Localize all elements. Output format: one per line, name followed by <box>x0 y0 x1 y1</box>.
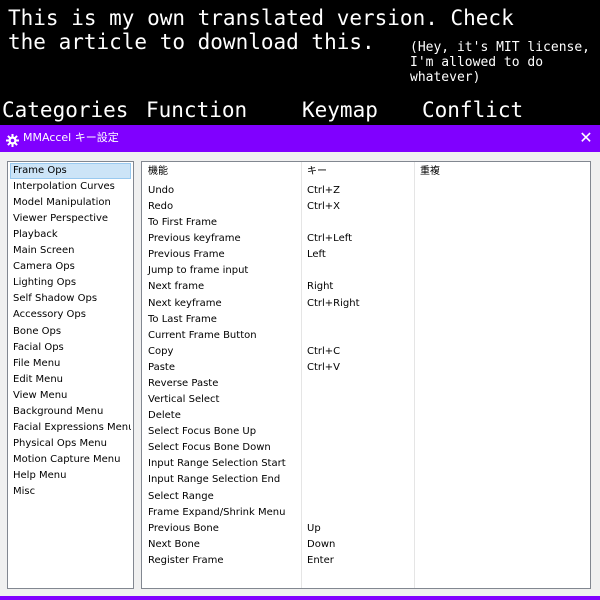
keymap-row[interactable]: Undo Ctrl+Z <box>142 183 590 199</box>
category-item[interactable]: Playback <box>10 227 131 243</box>
keymap-row[interactable]: Input Range Selection End <box>142 472 590 488</box>
key-cell: Ctrl+X <box>307 201 341 213</box>
keymap-row[interactable]: Redo Ctrl+X <box>142 199 590 215</box>
category-item[interactable]: Help Menu <box>10 468 131 484</box>
function-cell: Delete <box>148 410 181 422</box>
column-header-function[interactable]: 機能 <box>148 165 168 179</box>
function-cell: Next frame <box>148 281 205 293</box>
overlay-header-keymap: Keymap <box>302 98 378 122</box>
category-item[interactable]: Lighting Ops <box>10 275 131 291</box>
key-cell: Ctrl+Left <box>307 233 352 245</box>
key-cell: Ctrl+C <box>307 345 341 357</box>
category-item[interactable]: Physical Ops Menu <box>10 436 131 452</box>
function-cell: Input Range Selection End <box>148 474 281 486</box>
overlay-banner: This is my own translated version. Check… <box>0 0 600 125</box>
function-cell: Copy <box>148 345 174 357</box>
category-item[interactable]: File Menu <box>10 356 131 372</box>
key-cell: Enter <box>307 554 334 566</box>
key-cell: Left <box>307 249 326 261</box>
window-title: MMAccel キー設定 <box>23 131 119 144</box>
key-cell: Right <box>307 281 334 293</box>
category-item[interactable]: Facial Ops <box>10 340 131 356</box>
category-item[interactable]: Misc <box>10 484 131 500</box>
category-item[interactable]: Self Shadow Ops <box>10 291 131 307</box>
function-cell: Input Range Selection Start <box>148 458 286 470</box>
function-cell: To Last Frame <box>148 313 217 325</box>
overlay-header-conflict: Conflict <box>422 98 524 122</box>
keymap-row[interactable]: Previous Frame Left <box>142 247 590 263</box>
category-list[interactable]: Frame Ops Interpolation Curves Model Manip… <box>7 161 134 589</box>
function-cell: Current Frame Button <box>148 329 257 341</box>
function-cell: Previous Frame <box>148 249 225 261</box>
category-item[interactable]: Viewer Perspective <box>10 211 131 227</box>
column-header-key[interactable]: キー <box>307 165 327 179</box>
overlay-column-headers: Categories Function Keymap Conflict <box>0 98 600 124</box>
keymap-row[interactable]: Register Frame Enter <box>142 553 590 569</box>
keymap-row[interactable]: Jump to frame input <box>142 263 590 279</box>
keymap-row[interactable]: Paste Ctrl+V <box>142 360 590 376</box>
keymap-row[interactable]: Select Focus Bone Down <box>142 440 590 456</box>
function-cell: Next Bone <box>148 538 200 550</box>
keymap-row[interactable]: Frame Expand/Shrink Menu <box>142 505 590 521</box>
keymap-row[interactable]: Next keyframe Ctrl+Right <box>142 296 590 312</box>
overlay-note-text: (Hey, it's MIT license, I'm allowed to d… <box>410 40 598 85</box>
gear-icon <box>6 132 19 147</box>
overlay-header-function: Function <box>146 98 248 122</box>
category-item[interactable]: Background Menu <box>10 404 131 420</box>
window-titlebar[interactable]: MMAccel キー設定 ✕ <box>0 125 600 152</box>
window-client-area: Frame Ops Interpolation Curves Model Manip… <box>0 152 600 596</box>
key-cell: Ctrl+Z <box>307 185 341 196</box>
keymap-row[interactable]: Previous keyframe Ctrl+Left <box>142 231 590 247</box>
keymap-row[interactable]: Delete <box>142 408 590 424</box>
keymap-row[interactable]: Select Focus Bone Up <box>142 424 590 440</box>
key-cell: Ctrl+Right <box>307 297 360 309</box>
category-item[interactable]: View Menu <box>10 388 131 404</box>
function-cell: Frame Expand/Shrink Menu <box>148 506 286 518</box>
key-cell: Down <box>307 538 336 550</box>
category-item[interactable]: Accessory Ops <box>10 307 131 323</box>
category-item[interactable]: Bone Ops <box>10 324 131 340</box>
key-cell: Up <box>307 522 321 534</box>
category-item[interactable]: Motion Capture Menu <box>10 452 131 468</box>
function-cell: Previous keyframe <box>148 233 241 245</box>
category-item[interactable]: Edit Menu <box>10 372 131 388</box>
key-cell: Ctrl+V <box>307 361 341 373</box>
keymap-row[interactable]: Input Range Selection Start <box>142 456 590 472</box>
category-item[interactable]: Camera Ops <box>10 259 131 275</box>
function-cell: Select Focus Bone Down <box>148 442 271 454</box>
category-item[interactable]: Frame Ops <box>10 163 131 179</box>
keymap-row[interactable]: Next Bone Down <box>142 537 590 553</box>
keymap-row[interactable]: To First Frame <box>142 215 590 231</box>
keymap-row[interactable]: Current Frame Button <box>142 328 590 344</box>
keymap-row[interactable]: Reverse Paste <box>142 376 590 392</box>
close-button[interactable]: ✕ <box>574 127 598 150</box>
overlay-header-categories: Categories <box>2 98 129 122</box>
keymap-row[interactable]: To Last Frame <box>142 312 590 328</box>
keymap-row[interactable]: Select Range <box>142 489 590 505</box>
category-item[interactable]: Main Screen <box>10 243 131 259</box>
function-cell: Vertical Select <box>148 394 220 406</box>
keymap-row[interactable]: Previous Bone Up <box>142 521 590 537</box>
function-cell: Select Focus Bone Up <box>148 426 257 438</box>
function-cell: Reverse Paste <box>148 377 219 389</box>
function-cell: Redo <box>148 201 174 213</box>
keymap-row[interactable]: Next frame Right <box>142 279 590 295</box>
category-item[interactable]: Facial Expressions Menu <box>10 420 131 436</box>
category-item[interactable]: Model Manipulation <box>10 195 131 211</box>
function-cell: Jump to frame input <box>148 265 249 277</box>
function-cell: To First Frame <box>148 217 218 229</box>
function-cell: Previous Bone <box>148 522 219 534</box>
function-cell: Select Range <box>148 490 214 502</box>
function-cell: Undo <box>148 185 175 196</box>
keymap-list-view[interactable]: 機能 キー 重複 Undo Ctrl+Z Redo Ctrl+X To First Fr… <box>141 161 591 589</box>
keymap-row[interactable]: Vertical Select <box>142 392 590 408</box>
function-cell: Register Frame <box>148 554 224 566</box>
window-bottom-border <box>0 596 600 600</box>
keymap-row[interactable]: Copy Ctrl+C <box>142 344 590 360</box>
column-header-conflict[interactable]: 重複 <box>420 165 440 179</box>
function-cell: Next keyframe <box>148 297 222 309</box>
category-item[interactable]: Interpolation Curves <box>10 179 131 195</box>
function-cell: Paste <box>148 361 175 373</box>
